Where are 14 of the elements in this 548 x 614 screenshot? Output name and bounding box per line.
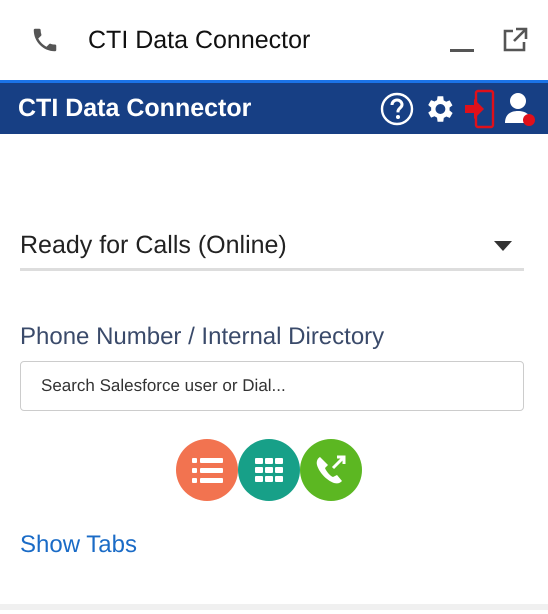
user-icon[interactable] xyxy=(504,90,538,126)
header-title: CTI Data Connector xyxy=(18,94,252,123)
field-label: Phone Number / Internal Directory xyxy=(20,323,386,351)
list-button[interactable] xyxy=(176,439,238,501)
window-title: CTI Data Connector xyxy=(88,26,312,54)
search-field[interactable]: Search Salesforce user or Dial... xyxy=(20,361,524,411)
help-icon[interactable] xyxy=(380,92,414,126)
dialpad-button[interactable] xyxy=(238,439,300,501)
call-button[interactable] xyxy=(300,439,362,501)
caret-icon xyxy=(494,240,512,250)
status-dropdown[interactable]: Ready for Calls (Online) xyxy=(20,231,524,271)
show-tabs-link[interactable]: Show Tabs xyxy=(20,531,137,559)
minimize-button[interactable] xyxy=(450,48,474,52)
popout-button[interactable] xyxy=(502,27,528,53)
